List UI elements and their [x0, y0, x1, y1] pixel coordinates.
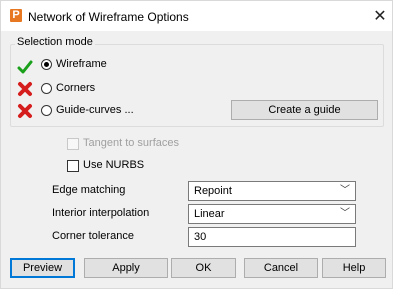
edge-matching-value: Repoint: [194, 185, 232, 197]
tangent-label: Tangent to surfaces: [83, 137, 180, 149]
edge-matching-label: Edge matching: [52, 184, 126, 196]
cross-icon: [18, 104, 32, 118]
radio-corners-label[interactable]: Corners: [56, 82, 95, 94]
radio-corners[interactable]: [41, 83, 52, 94]
apply-button[interactable]: Apply: [84, 258, 168, 278]
chevron-down-icon: ﹀: [340, 208, 350, 219]
check-icon: [17, 60, 33, 74]
corner-tolerance-input[interactable]: 30: [188, 227, 356, 247]
use-nurbs-checkbox[interactable]: [67, 160, 79, 172]
window-title: Network of Wireframe Options: [28, 10, 189, 24]
ok-button[interactable]: OK: [171, 258, 236, 278]
radio-guide-curves[interactable]: [41, 105, 52, 116]
radio-guide-curves-label[interactable]: Guide-curves ...: [56, 104, 134, 116]
close-icon[interactable]: ✕: [372, 6, 388, 25]
interior-interpolation-select[interactable]: Linear ﹀: [188, 204, 356, 224]
cancel-button[interactable]: Cancel: [244, 258, 318, 278]
title-bar: P Network of Wireframe Options ✕: [1, 1, 392, 31]
chevron-down-icon: ﹀: [340, 185, 350, 196]
create-guide-button[interactable]: Create a guide: [231, 100, 378, 120]
selection-mode-label: Selection mode: [15, 36, 95, 48]
cross-icon: [18, 82, 32, 96]
help-button[interactable]: Help: [322, 258, 386, 278]
edge-matching-select[interactable]: Repoint ﹀: [188, 181, 356, 201]
corner-tolerance-label: Corner tolerance: [52, 230, 134, 242]
dialog-window: P Network of Wireframe Options ✕ Selecti…: [0, 0, 393, 289]
preview-button[interactable]: Preview: [10, 258, 75, 278]
radio-wireframe-label[interactable]: Wireframe: [56, 58, 107, 70]
use-nurbs-label[interactable]: Use NURBS: [83, 159, 144, 171]
interior-interpolation-value: Linear: [194, 208, 225, 220]
interior-interpolation-label: Interior interpolation: [52, 207, 150, 219]
app-icon: P: [10, 9, 22, 22]
radio-wireframe[interactable]: [41, 59, 52, 70]
tangent-checkbox: [67, 138, 79, 150]
